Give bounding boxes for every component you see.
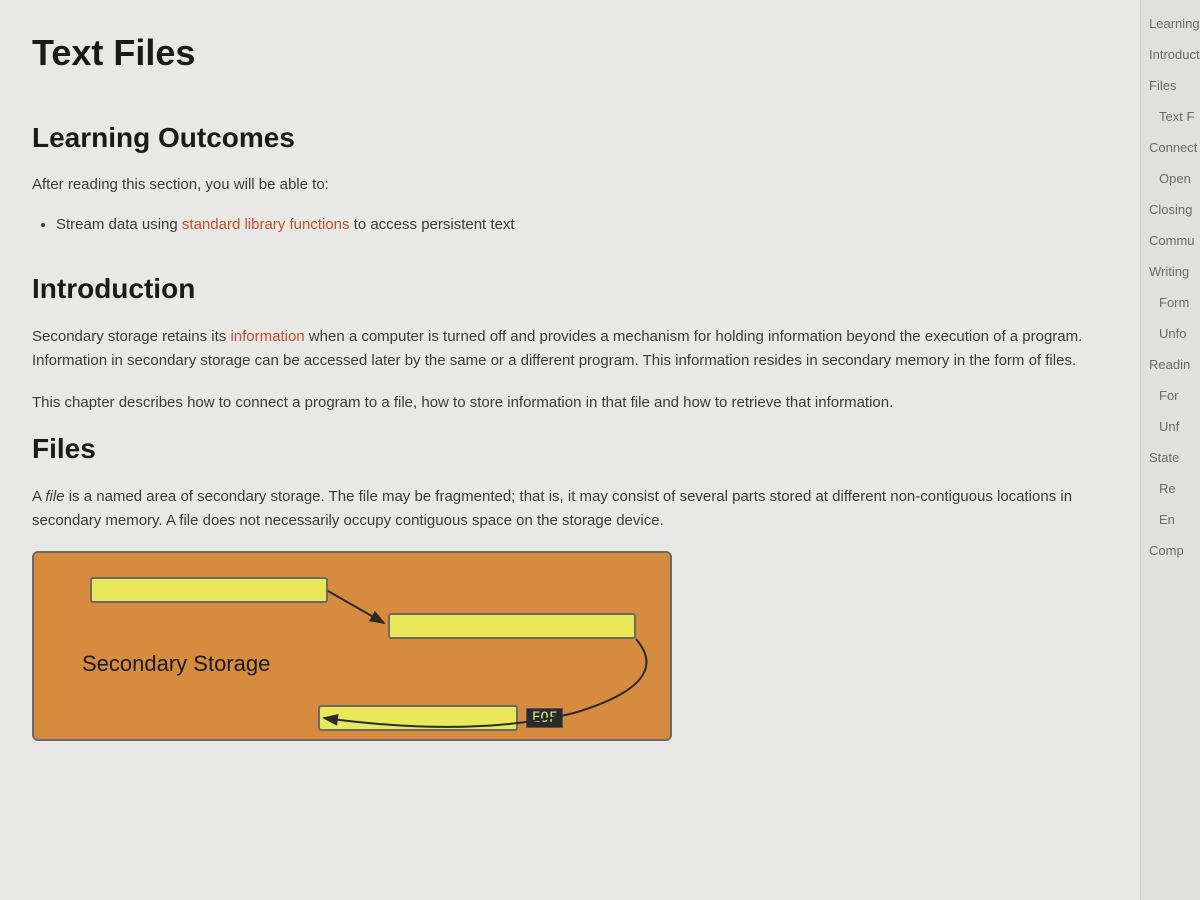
sidebar-item-writing[interactable]: Writing bbox=[1141, 256, 1200, 287]
sidebar-item-communication[interactable]: Commu bbox=[1141, 225, 1200, 256]
main-content: Text Files Learning Outcomes After readi… bbox=[0, 0, 1140, 900]
sidebar-item-text-files[interactable]: Text F bbox=[1141, 101, 1200, 132]
eof-label: EOF bbox=[526, 708, 563, 728]
para-text: Secondary storage retains its bbox=[32, 328, 230, 345]
introduction-para1: Secondary storage retains its informatio… bbox=[32, 325, 1116, 373]
information-link[interactable]: information bbox=[230, 328, 304, 345]
file-fragment-block bbox=[388, 613, 636, 639]
secondary-storage-diagram: Secondary Storage EOF bbox=[32, 551, 672, 741]
learning-outcomes-intro: After reading this section, you will be … bbox=[32, 174, 1116, 197]
para-text: A bbox=[32, 488, 45, 505]
learning-outcomes-list: Stream data using standard library funct… bbox=[56, 213, 1116, 237]
sidebar-item-closing[interactable]: Closing bbox=[1141, 194, 1200, 225]
learning-outcomes-heading: Learning Outcomes bbox=[32, 122, 1116, 154]
sidebar-item-unformatted2[interactable]: Unf bbox=[1141, 411, 1200, 442]
sidebar-item-introduction[interactable]: Introduct bbox=[1141, 39, 1200, 70]
file-fragment-block bbox=[318, 705, 518, 731]
bullet-text-suffix: to access persistent text bbox=[350, 216, 515, 233]
file-fragment-block bbox=[90, 577, 328, 603]
sidebar-item-reading[interactable]: Readin bbox=[1141, 349, 1200, 380]
page-title: Text Files bbox=[32, 32, 1116, 74]
sidebar-item-open[interactable]: Open bbox=[1141, 163, 1200, 194]
files-heading: Files bbox=[32, 433, 1116, 465]
diagram-label: Secondary Storage bbox=[82, 651, 270, 677]
sidebar-nav: Learning Introduct Files Text F Connect … bbox=[1140, 0, 1200, 900]
sidebar-item-rewind[interactable]: Re bbox=[1141, 473, 1200, 504]
sidebar-item-files[interactable]: Files bbox=[1141, 70, 1200, 101]
bullet-text-prefix: Stream data using bbox=[56, 216, 182, 233]
sidebar-item-unformatted[interactable]: Unfo bbox=[1141, 318, 1200, 349]
sidebar-item-formatted2[interactable]: For bbox=[1141, 380, 1200, 411]
introduction-heading: Introduction bbox=[32, 273, 1116, 305]
files-para: A file is a named area of secondary stor… bbox=[32, 485, 1116, 533]
file-term: file bbox=[45, 488, 64, 505]
sidebar-item-comparison[interactable]: Comp bbox=[1141, 535, 1200, 566]
sidebar-item-formatted[interactable]: Form bbox=[1141, 287, 1200, 318]
sidebar-item-connect[interactable]: Connect bbox=[1141, 132, 1200, 163]
para-text: is a named area of secondary storage. Th… bbox=[32, 488, 1072, 529]
introduction-para2: This chapter describes how to connect a … bbox=[32, 391, 1116, 415]
sidebar-item-state[interactable]: State bbox=[1141, 442, 1200, 473]
list-item: Stream data using standard library funct… bbox=[56, 213, 1116, 237]
sidebar-item-end[interactable]: En bbox=[1141, 504, 1200, 535]
sidebar-item-learning[interactable]: Learning bbox=[1141, 8, 1200, 39]
standard-library-link[interactable]: standard library functions bbox=[182, 216, 350, 233]
